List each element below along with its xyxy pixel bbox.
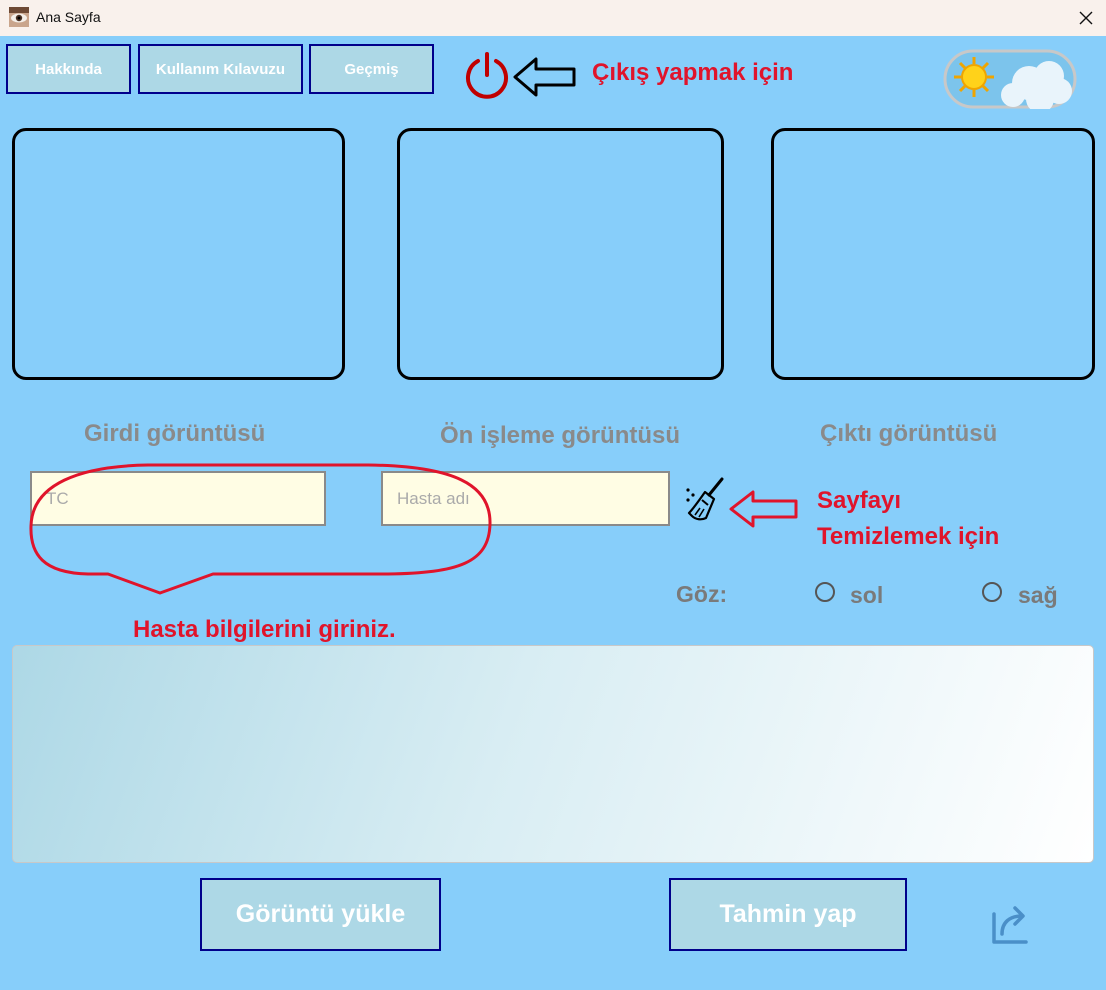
- upload-image-button[interactable]: Görüntü yükle: [200, 878, 441, 951]
- radio-left-eye-label[interactable]: sol: [850, 582, 883, 609]
- eye-icon: [9, 7, 29, 27]
- clear-hint-line2: Temizlemek için: [817, 523, 1000, 550]
- user-guide-button[interactable]: Kullanım Kılavuzu: [138, 44, 303, 94]
- patient-info-highlight: [29, 463, 492, 595]
- output-image-caption: Çıktı görüntüsü: [820, 420, 998, 447]
- clear-hint-line1: Sayfayı: [817, 487, 902, 514]
- eye-label: Göz:: [676, 581, 728, 607]
- share-icon[interactable]: [986, 902, 1034, 948]
- close-button[interactable]: [1072, 4, 1100, 32]
- window-title: Ana Sayfa: [36, 9, 101, 25]
- arrow-left-red-icon: [729, 490, 798, 528]
- arrow-left-icon: [513, 57, 576, 97]
- radio-left-eye[interactable]: [815, 582, 835, 602]
- power-icon[interactable]: [462, 50, 512, 100]
- close-icon: [1079, 11, 1093, 25]
- main-window: Hakkında Kullanım Kılavuzu Geçmiş Çıkış …: [0, 36, 1106, 990]
- patient-info-hint: Hasta bilgilerini giriniz.: [133, 616, 396, 643]
- about-button[interactable]: Hakkında: [6, 44, 131, 94]
- radio-right-eye-label[interactable]: sağ: [1018, 582, 1058, 609]
- result-panel: [12, 645, 1094, 863]
- preprocess-image-caption: Ön işleme görüntüsü: [440, 422, 681, 449]
- output-image-panel: [771, 128, 1095, 380]
- sun-cloud-toggle-icon[interactable]: [943, 49, 1077, 109]
- predict-button[interactable]: Tahmin yap: [669, 878, 907, 951]
- history-button[interactable]: Geçmiş: [309, 44, 434, 94]
- radio-right-eye[interactable]: [982, 582, 1002, 602]
- title-bar: Ana Sayfa: [0, 0, 1106, 36]
- input-image-panel: [12, 128, 345, 380]
- input-image-caption: Girdi görüntüsü: [84, 420, 266, 447]
- broom-icon[interactable]: [684, 476, 728, 522]
- preprocess-image-panel: [397, 128, 724, 380]
- logout-hint: Çıkış yapmak için: [592, 59, 794, 86]
